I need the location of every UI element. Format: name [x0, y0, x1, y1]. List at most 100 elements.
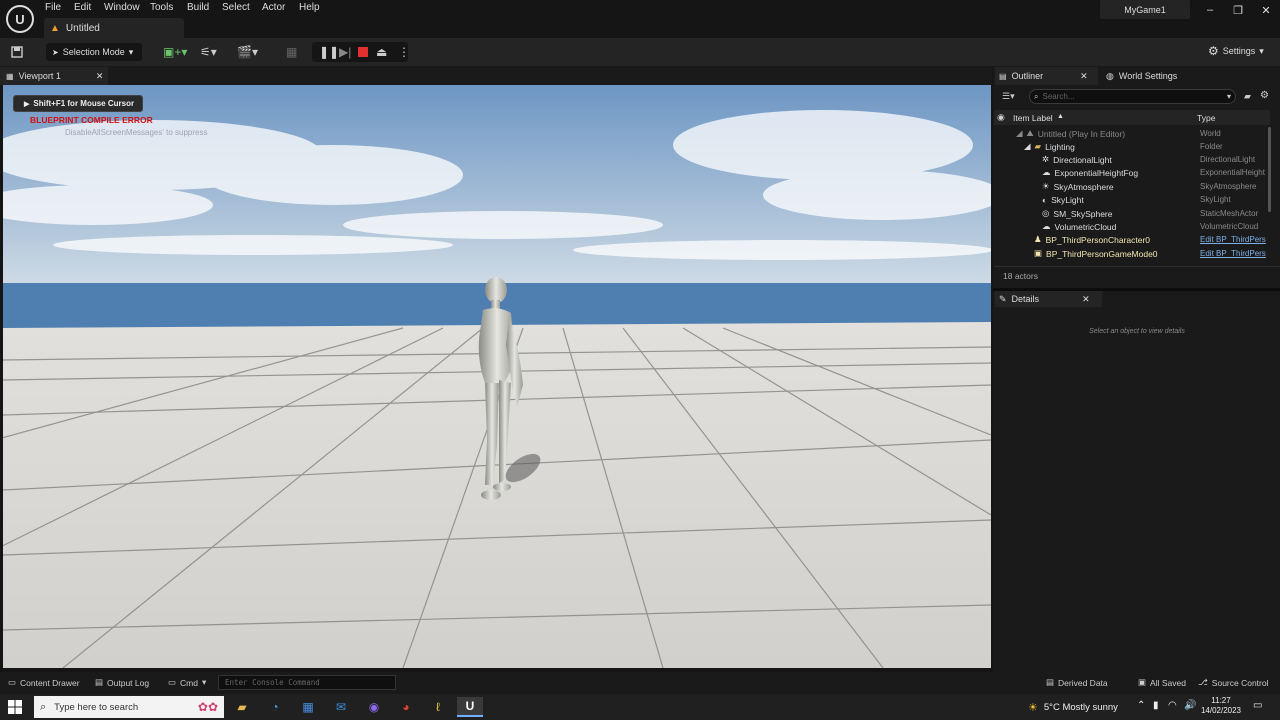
details-tab-label: Details [1011, 294, 1040, 304]
content-drawer-button[interactable]: ▭ Content Drawer [8, 677, 80, 688]
clock-time: 11:27 [1211, 696, 1231, 705]
level-viewport[interactable] [3, 85, 991, 668]
edit-blueprint-link[interactable]: Edit BP_ThirdPers [1200, 249, 1270, 258]
document-tab[interactable]: ▲ Untitled [44, 18, 184, 38]
close-tab-icon[interactable]: ✕ [96, 71, 104, 82]
gear-icon[interactable]: ⚙ [1260, 90, 1269, 101]
menu-select[interactable]: Select [222, 2, 250, 13]
volume-icon[interactable]: 🔊 [1184, 700, 1196, 711]
add-actor-icon[interactable]: ▣+▾ [163, 44, 187, 60]
taskbar-search-input[interactable]: ⌕ Type here to search ✿✿ [34, 696, 224, 718]
all-saved-label: All Saved [1150, 677, 1186, 688]
menu-help[interactable]: Help [299, 2, 320, 13]
close-icon[interactable]: ✕ [1256, 4, 1276, 17]
outliner-row-lighting[interactable]: ◢ ▰ Lighting Folder [994, 140, 1270, 153]
epic-launcher-icon[interactable]: ℓ [425, 697, 451, 717]
platforms-icon[interactable]: ▦ [286, 44, 297, 60]
maximize-icon[interactable]: ❐ [1228, 4, 1248, 17]
outliner-row-skyatmosphere[interactable]: ☀ SkyAtmosphere SkyAtmosphere [994, 180, 1270, 193]
weather-text: 5°C Mostly sunny [1043, 702, 1118, 713]
more-options-icon[interactable]: ⋮ [398, 44, 410, 60]
settings-button[interactable]: ⚙ Settings ▾ [1208, 44, 1264, 58]
details-empty-message: Select an object to view details [1089, 328, 1185, 335]
tab-world-settings[interactable]: ◍ World Settings [1102, 67, 1212, 85]
menu-file[interactable]: File [45, 2, 61, 13]
unreal-logo-icon[interactable]: U [6, 5, 34, 33]
wifi-icon[interactable]: ◠ [1168, 700, 1177, 711]
outliner-row-skysphere[interactable]: ◎ SM_SkySphere StaticMeshActor [994, 207, 1270, 220]
weather-widget[interactable]: ☀ 5°C Mostly sunny [1028, 701, 1118, 714]
drawer-icon: ▭ [8, 677, 17, 687]
output-log-label: Output Log [107, 677, 150, 688]
fog-icon: ☁ [1042, 167, 1051, 177]
source-control-button[interactable]: ⎇ Source Control [1198, 677, 1269, 688]
menu-edit[interactable]: Edit [74, 2, 91, 13]
column-type[interactable]: Type [1197, 113, 1215, 123]
outliner-row-gamemode[interactable]: ▣ BP_ThirdPersonGameMode0 Edit BP_ThirdPe… [994, 247, 1270, 260]
chevron-down-icon: ▾ [128, 46, 134, 57]
selection-mode-dropdown[interactable]: ➤ Selection Mode ▾ [46, 43, 142, 61]
close-tab-icon[interactable]: ✕ [1082, 294, 1090, 305]
menu-build[interactable]: Build [187, 2, 209, 13]
discord-icon[interactable]: ◉ [361, 697, 387, 717]
system-clock[interactable]: 11:27 14/02/2023 [1200, 696, 1242, 716]
all-saved-button[interactable]: ▣ All Saved [1138, 677, 1186, 688]
outliner-row-volumetriccloud[interactable]: ☁ VolumetricCloud VolumetricCloud [994, 220, 1270, 233]
menu-window[interactable]: Window [104, 2, 140, 13]
battery-icon[interactable]: ▮ [1153, 700, 1159, 711]
store-icon[interactable]: ▦ [295, 697, 321, 717]
cinematics-icon[interactable]: 🎬▾ [237, 44, 258, 60]
derived-data-icon: ▤ [1046, 677, 1055, 687]
chevron-down-icon: ▾ [1226, 92, 1231, 101]
tab-viewport-1[interactable]: ▦ Viewport 1 ✕ [0, 67, 108, 85]
row-label: ExponentialHeightFog [1054, 167, 1139, 178]
add-folder-icon[interactable]: ▰ [1244, 91, 1251, 102]
edit-blueprint-link[interactable]: Edit BP_ThirdPers [1200, 235, 1270, 244]
visibility-eye-icon[interactable]: ◉ [997, 112, 1005, 123]
mail-icon[interactable]: ✉ [328, 697, 354, 717]
pause-icon[interactable]: ❚❚ [319, 44, 339, 60]
collapse-icon[interactable]: ◢ [1016, 128, 1023, 139]
menu-tools[interactable]: Tools [150, 2, 173, 13]
row-label: SkyLight [1051, 194, 1084, 205]
outliner-row-character[interactable]: ♟ BP_ThirdPersonCharacter0 Edit BP_ThirdP… [994, 233, 1270, 246]
file-explorer-icon[interactable]: ▰ [229, 697, 255, 717]
menu-actor[interactable]: Actor [262, 2, 285, 13]
close-tab-icon[interactable]: ✕ [1080, 71, 1088, 82]
document-tab-label: Untitled [65, 22, 100, 34]
eject-icon[interactable]: ⏏ [376, 44, 387, 60]
cmd-dropdown[interactable]: ▭ Cmd ▾ [168, 677, 206, 688]
chrome-icon[interactable]: ◕ [393, 697, 419, 717]
output-log-button[interactable]: ▤ Output Log [95, 677, 149, 688]
outliner-search-input[interactable]: ⌕ Search... ▾ [1029, 89, 1236, 104]
notifications-icon[interactable]: ▭ [1253, 700, 1262, 711]
derived-data-button[interactable]: ▤ Derived Data [1046, 677, 1108, 688]
tray-expand-icon[interactable]: ⌃ [1137, 700, 1145, 711]
content-drawer-label: Content Drawer [20, 677, 80, 688]
blueprint-icon[interactable]: ⚟▾ [200, 44, 217, 60]
tab-outliner[interactable]: ▤ Outliner ✕ [995, 67, 1098, 85]
minimize-icon[interactable]: – [1200, 4, 1220, 16]
column-item-label[interactable]: Item Label [1013, 113, 1053, 123]
row-type: World [1200, 129, 1221, 138]
selection-mode-label: Selection Mode [62, 47, 125, 57]
edge-browser-icon[interactable]: ◔ [262, 697, 288, 717]
outliner-row-directionallight[interactable]: ✲ DirectionalLight DirectionalLight [994, 153, 1270, 166]
console-command-input[interactable]: Enter Console Command [218, 675, 396, 690]
save-icon[interactable] [11, 44, 23, 60]
row-label: VolumetricCloud [1054, 221, 1117, 232]
step-icon[interactable]: ▶| [339, 44, 351, 60]
world-settings-tab-label: World Settings [1118, 71, 1178, 81]
outliner-scrollbar[interactable] [1268, 127, 1271, 212]
pawn-icon: ♟ [1034, 234, 1042, 244]
search-icon: ⌕ [40, 700, 47, 713]
tab-details[interactable]: ✎ Details ✕ [995, 291, 1102, 307]
collapse-icon[interactable]: ◢ [1024, 141, 1031, 152]
filter-icon[interactable]: ☰▾ [1002, 91, 1015, 102]
stop-icon[interactable] [358, 44, 368, 60]
windows-start-icon[interactable] [8, 700, 22, 714]
unreal-editor-taskbar-icon[interactable]: U [457, 697, 483, 717]
outliner-row-world[interactable]: ◢ ⛰ Untitled (Play In Editor) World [994, 127, 1270, 140]
outliner-row-skylight[interactable]: ◐ SkyLight SkyLight [994, 193, 1270, 206]
outliner-row-heightfog[interactable]: ☁ ExponentialHeightFog ExponentialHeight [994, 166, 1270, 179]
